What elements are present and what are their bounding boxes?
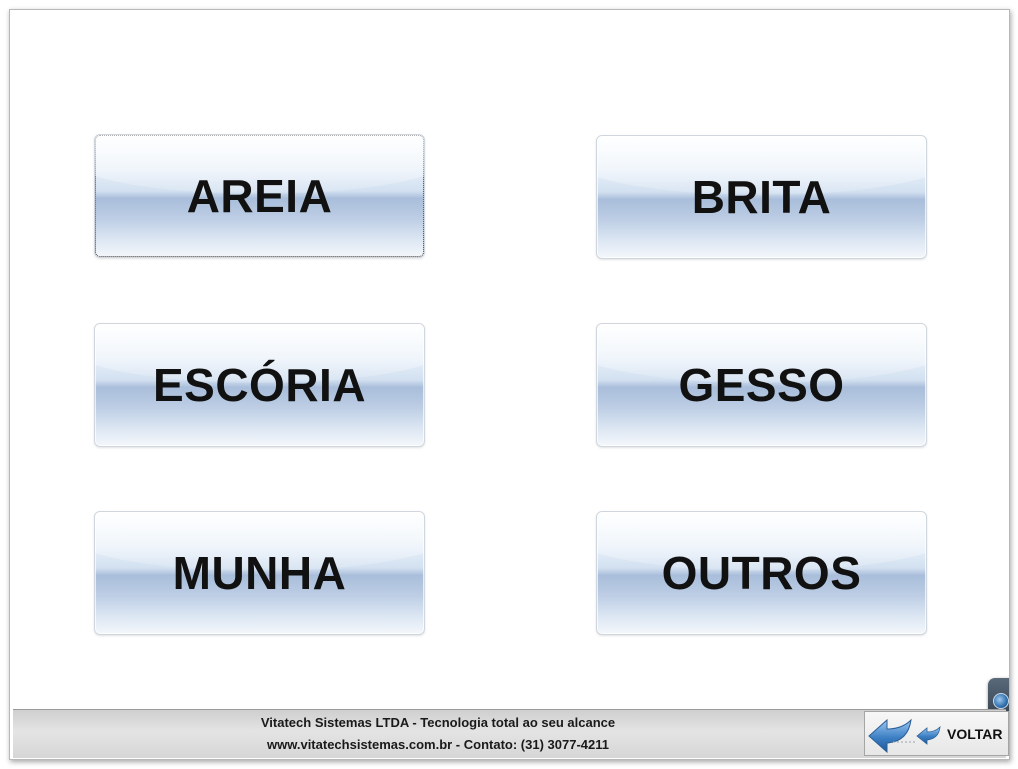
escoria-button[interactable]: ESCÓRIA [94,323,425,447]
areia-button-label: AREIA [186,170,333,222]
double-back-arrow-icon [868,718,941,754]
company-tagline: Vitatech Sistemas LTDA - Tecnologia tota… [260,715,616,730]
areia-button[interactable]: AREIA [94,134,425,258]
footer-text: Vitatech Sistemas LTDA - Tecnologia tota… [13,710,863,758]
footer-bar: Vitatech Sistemas LTDA - Tecnologia tota… [13,709,1009,758]
munha-button[interactable]: MUNHA [94,511,425,635]
munha-button-label: MUNHA [172,547,347,599]
main-window: AREIA BRITA ESCÓRIA GESSO MUNHA OUTROS V… [9,9,1010,760]
outros-button-label: OUTROS [661,547,862,599]
brita-button[interactable]: BRITA [596,135,927,259]
teamviewer-logo-icon [993,693,1009,709]
gesso-button[interactable]: GESSO [596,323,927,447]
brita-button-label: BRITA [691,171,832,223]
company-contact: www.vitatechsistemas.com.br - Contato: (… [267,737,609,752]
voltar-label: VOLTAR [947,725,1003,742]
gesso-button-label: GESSO [678,359,845,411]
outros-button[interactable]: OUTROS [596,511,927,635]
escoria-button-label: ESCÓRIA [152,359,367,411]
voltar-button[interactable]: VOLTAR [864,711,1009,756]
